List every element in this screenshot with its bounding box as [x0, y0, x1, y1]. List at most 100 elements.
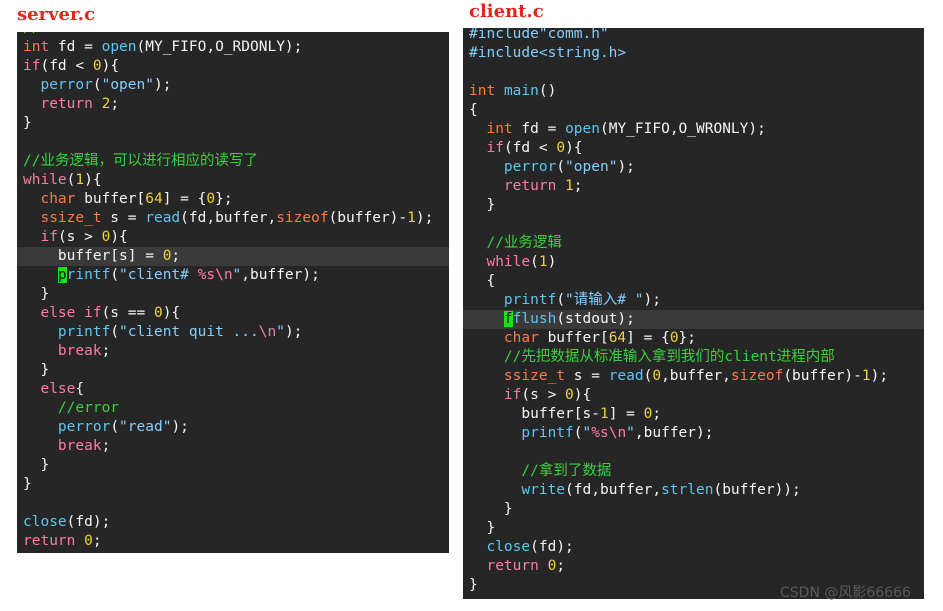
code-token: "open" [565, 159, 618, 175]
code-token: } [23, 115, 32, 131]
client-code-line[interactable] [463, 443, 924, 462]
client-code-line[interactable]: { [463, 272, 924, 291]
client-code-line[interactable]: } [463, 196, 924, 215]
client-code-line[interactable]: #include"comm.h" [463, 28, 924, 44]
client-code-line[interactable]: close(fd); [463, 538, 924, 557]
client-code-line[interactable]: return 0; [463, 557, 924, 576]
client-code-line[interactable]: printf("%s\n",buffer); [463, 424, 924, 443]
code-token: ,buffer); [241, 267, 320, 283]
server-code-line[interactable]: //error [17, 399, 449, 418]
code-token: } [23, 362, 50, 378]
server-code-line[interactable]: } [17, 361, 449, 380]
code-token: strlen [661, 482, 714, 498]
client-code-line[interactable]: //拿到了数据 [463, 462, 924, 481]
code-token: 0 [206, 191, 216, 207]
server-code-line[interactable]: perror("open"); [17, 76, 449, 95]
code-token: ( [110, 324, 120, 340]
server-code-line[interactable]: buffer[s] = 0; [17, 247, 449, 266]
server-code-line[interactable]: } [17, 456, 449, 475]
server-code-line[interactable]: close(fd); [17, 513, 449, 532]
client-code-line[interactable] [463, 215, 924, 234]
server-code-line[interactable] [17, 133, 449, 152]
client-code-line[interactable]: buffer[s-1] = 0; [463, 405, 924, 424]
code-token: " [582, 425, 592, 441]
client-code-line[interactable]: //业务逻辑 [463, 234, 924, 253]
code-token: "comm.h" [538, 28, 609, 42]
server-code-editor[interactable]: // mkfifo int fd = open(MY_FIFO,O_RDONLY)… [17, 32, 449, 553]
server-code-line[interactable]: else if(s == 0){ [17, 304, 449, 323]
server-code-line[interactable]: if(s > 0){ [17, 228, 449, 247]
client-code-line[interactable]: } [463, 500, 924, 519]
server-code-line[interactable]: return 0; [17, 532, 449, 551]
client-code-line[interactable]: int fd = open(MY_FIFO,O_WRONLY); [463, 120, 924, 139]
server-code-line[interactable]: } [17, 475, 449, 494]
code-token: fd = [512, 121, 566, 137]
code-token: () [538, 83, 557, 99]
code-token: #include [469, 45, 539, 61]
client-code-line[interactable]: while(1) [463, 253, 924, 272]
code-token: ) [547, 254, 557, 270]
server-code-line[interactable]: break; [17, 342, 449, 361]
client-code-line[interactable]: if(s > 0){ [463, 386, 924, 405]
server-code-line[interactable]: return 2; [17, 95, 449, 114]
client-code-line[interactable]: //先把数据从标准输入拿到我们的client进程内部 [463, 348, 924, 367]
code-token: ssize_t [40, 210, 102, 226]
server-code-line[interactable]: } [17, 285, 449, 304]
code-token: }; [678, 330, 697, 346]
code-token: 1 [407, 210, 416, 226]
code-token: 0 [153, 305, 163, 321]
code-token: %s\n [197, 267, 233, 283]
server-code-line[interactable] [17, 494, 449, 513]
client-code-line[interactable]: perror("open"); [463, 158, 924, 177]
client-code-line[interactable]: char buffer[64] = {0}; [463, 329, 924, 348]
server-code-line[interactable]: else{ [17, 380, 449, 399]
client-code-line[interactable]: #include<string.h> [463, 44, 924, 63]
client-code-line[interactable] [463, 63, 924, 82]
code-token: 0 [92, 58, 102, 74]
code-token: ] = [608, 406, 644, 422]
code-token: buffer[ [538, 330, 609, 346]
text-cursor: p [57, 267, 67, 283]
server-code-line[interactable]: int fd = open(MY_FIFO,O_RDONLY); [17, 38, 449, 57]
server-code-line[interactable]: while(1){ [17, 171, 449, 190]
code-token: read [145, 210, 181, 226]
client-code-line[interactable]: fflush(stdout); [463, 310, 924, 329]
code-token: } [469, 501, 513, 517]
server-code-line[interactable]: } [17, 114, 449, 133]
server-code-line[interactable]: break; [17, 437, 449, 456]
client-code-line[interactable]: write(fd,buffer,strlen(buffer)); [463, 481, 924, 500]
code-token: 64 [145, 191, 163, 207]
server-code-line[interactable]: ssize_t s = read(fd,buffer,sizeof(buffer… [17, 209, 449, 228]
code-token: (fd < [503, 140, 557, 156]
code-token: fd = [49, 39, 102, 55]
server-code-line[interactable]: if(fd < 0){ [17, 57, 449, 76]
server-code-line[interactable]: //业务逻辑，可以进行相应的读写了 [17, 152, 449, 171]
client-code-line[interactable]: printf("请输入# "); [463, 291, 924, 310]
code-token: } [469, 577, 478, 593]
code-token: 1 [565, 178, 574, 194]
code-token: else if [40, 305, 102, 321]
code-token: (MY_FIFO,O_WRONLY); [599, 121, 766, 137]
code-token: ){ [110, 229, 128, 245]
client-code-line[interactable]: if(fd < 0){ [463, 139, 924, 158]
client-code-line[interactable]: { [463, 101, 924, 120]
code-token: ); [284, 324, 303, 340]
server-code-line[interactable]: char buffer[64] = {0}; [17, 190, 449, 209]
client-code-line[interactable]: ssize_t s = read(0,buffer,sizeof(buffer)… [463, 367, 924, 386]
client-code-line[interactable]: } [463, 519, 924, 538]
client-code-line[interactable]: int main() [463, 82, 924, 101]
code-token: //error [57, 400, 120, 416]
client-code-line[interactable]: return 1; [463, 177, 924, 196]
code-token: (s > [57, 229, 102, 245]
client-code-editor[interactable]: #include"comm.h" #include<string.h> int ma… [463, 28, 924, 599]
code-token: ){ [101, 58, 120, 74]
server-code-line[interactable]: perror("read"); [17, 418, 449, 437]
server-code-line[interactable]: printf("client quit ...\n"); [17, 323, 449, 342]
server-code-line[interactable]: printf("client# %s\n",buffer); [17, 266, 449, 285]
